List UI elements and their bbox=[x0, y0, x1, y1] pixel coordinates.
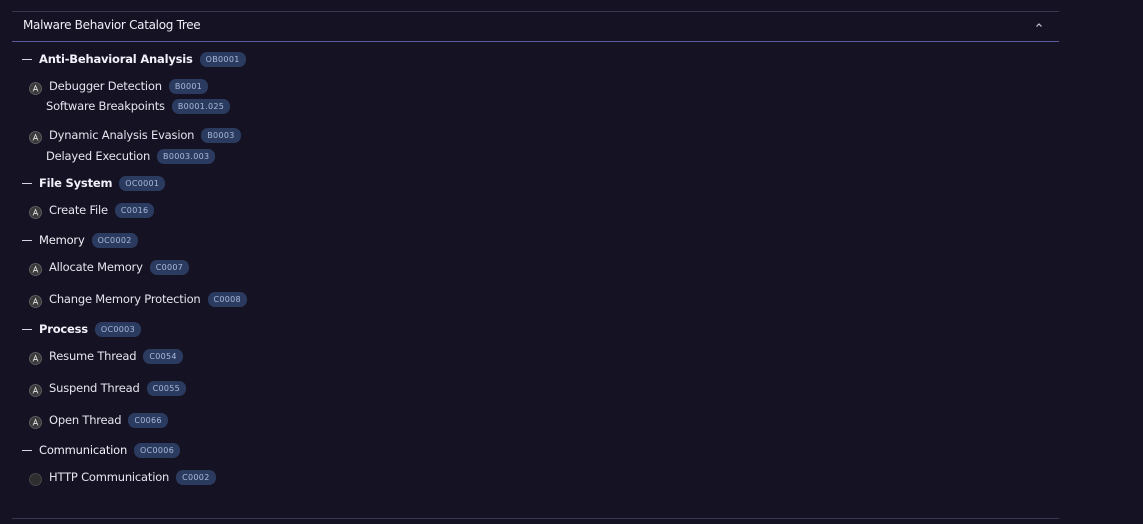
attack-icon bbox=[29, 414, 42, 429]
tree-behavior-dynamic-analysis-evasion[interactable]: Dynamic Analysis Evasion B0003 bbox=[29, 126, 241, 144]
tree-tactic-process[interactable]: Process OC0003 bbox=[22, 320, 141, 338]
chevron-up-icon[interactable] bbox=[1031, 17, 1047, 33]
behavior-id-badge: C0055 bbox=[146, 380, 187, 396]
tactic-id-badge: OC0006 bbox=[134, 442, 181, 458]
tree-behavior-suspend-thread[interactable]: Suspend Thread C0055 bbox=[29, 379, 187, 397]
tree-method-software-breakpoints[interactable]: Software Breakpoints B0001.025 bbox=[46, 97, 231, 115]
method-id-badge: B0001.025 bbox=[171, 98, 231, 114]
tree-behavior-allocate-memory[interactable]: Allocate Memory C0007 bbox=[29, 258, 190, 276]
tree-behavior-resume-thread[interactable]: Resume Thread C0054 bbox=[29, 347, 183, 365]
attack-icon bbox=[29, 382, 42, 397]
behavior-id-badge: C0002 bbox=[176, 469, 216, 485]
behavior-label: Open Thread bbox=[49, 413, 122, 427]
behavior-id-badge: B0001 bbox=[168, 78, 209, 94]
tree-tactic-anti-behavioral-analysis[interactable]: Anti-Behavioral Analysis OB0001 bbox=[22, 50, 246, 68]
attack-icon bbox=[29, 261, 42, 276]
tactic-id-badge: OB0001 bbox=[199, 51, 246, 67]
method-label: Delayed Execution bbox=[46, 149, 151, 163]
tree-method-delayed-execution[interactable]: Delayed Execution B0003.003 bbox=[46, 147, 216, 165]
behavior-label: Change Memory Protection bbox=[49, 292, 201, 306]
tactic-label: Process bbox=[39, 322, 88, 336]
behavior-label: Resume Thread bbox=[49, 349, 137, 363]
panel-title: Malware Behavior Catalog Tree bbox=[23, 18, 201, 32]
collapse-dash-icon[interactable] bbox=[22, 328, 32, 330]
behavior-label: Allocate Memory bbox=[49, 260, 143, 274]
tactic-label: Anti-Behavioral Analysis bbox=[39, 52, 193, 66]
method-id-badge: B0003.003 bbox=[157, 148, 216, 164]
tactic-label: File System bbox=[39, 176, 113, 190]
tree-tactic-memory[interactable]: Memory OC0002 bbox=[22, 231, 138, 249]
tree-tactic-file-system[interactable]: File System OC0001 bbox=[22, 174, 166, 192]
tree-tactic-communication[interactable]: Communication OC0006 bbox=[22, 441, 181, 459]
behavior-label: Dynamic Analysis Evasion bbox=[49, 128, 195, 142]
tactic-id-badge: OC0001 bbox=[119, 175, 166, 191]
tree-behavior-debugger-detection[interactable]: Debugger Detection B0001 bbox=[29, 77, 209, 95]
method-label: Software Breakpoints bbox=[46, 99, 165, 113]
collapse-dash-icon[interactable] bbox=[22, 239, 32, 241]
collapse-dash-icon[interactable] bbox=[22, 449, 32, 451]
behavior-id-badge: C0054 bbox=[143, 348, 183, 364]
attack-icon bbox=[29, 204, 42, 219]
attack-icon bbox=[29, 129, 42, 144]
behavior-label: Create File bbox=[49, 203, 108, 217]
panel-header[interactable]: Malware Behavior Catalog Tree bbox=[12, 12, 1059, 42]
behavior-id-badge: C0016 bbox=[114, 202, 155, 218]
behavior-id-badge: C0007 bbox=[149, 259, 190, 275]
behavior-id-badge: C0066 bbox=[128, 412, 168, 428]
tree-behavior-create-file[interactable]: Create File C0016 bbox=[29, 201, 155, 219]
attack-icon bbox=[29, 80, 42, 95]
attack-icon bbox=[29, 293, 42, 308]
collapse-dash-icon[interactable] bbox=[22, 58, 32, 60]
tree-behavior-http-communication[interactable]: HTTP Communication C0002 bbox=[29, 468, 216, 486]
tactic-label: Memory bbox=[39, 233, 85, 247]
behavior-id-badge: B0003 bbox=[201, 127, 241, 143]
empty-circle-icon bbox=[29, 471, 42, 486]
attack-icon bbox=[29, 350, 42, 365]
behavior-label: Suspend Thread bbox=[49, 381, 140, 395]
behavior-id-badge: C0008 bbox=[207, 291, 247, 307]
tactic-label: Communication bbox=[39, 443, 128, 457]
tree-behavior-change-memory-protection[interactable]: Change Memory Protection C0008 bbox=[29, 290, 247, 308]
behavior-label: Debugger Detection bbox=[49, 79, 162, 93]
tree-behavior-open-thread[interactable]: Open Thread C0066 bbox=[29, 411, 168, 429]
behavior-label: HTTP Communication bbox=[49, 470, 170, 484]
collapse-dash-icon[interactable] bbox=[22, 182, 32, 184]
tactic-id-badge: OC0002 bbox=[91, 232, 138, 248]
tactic-id-badge: OC0003 bbox=[94, 321, 141, 337]
